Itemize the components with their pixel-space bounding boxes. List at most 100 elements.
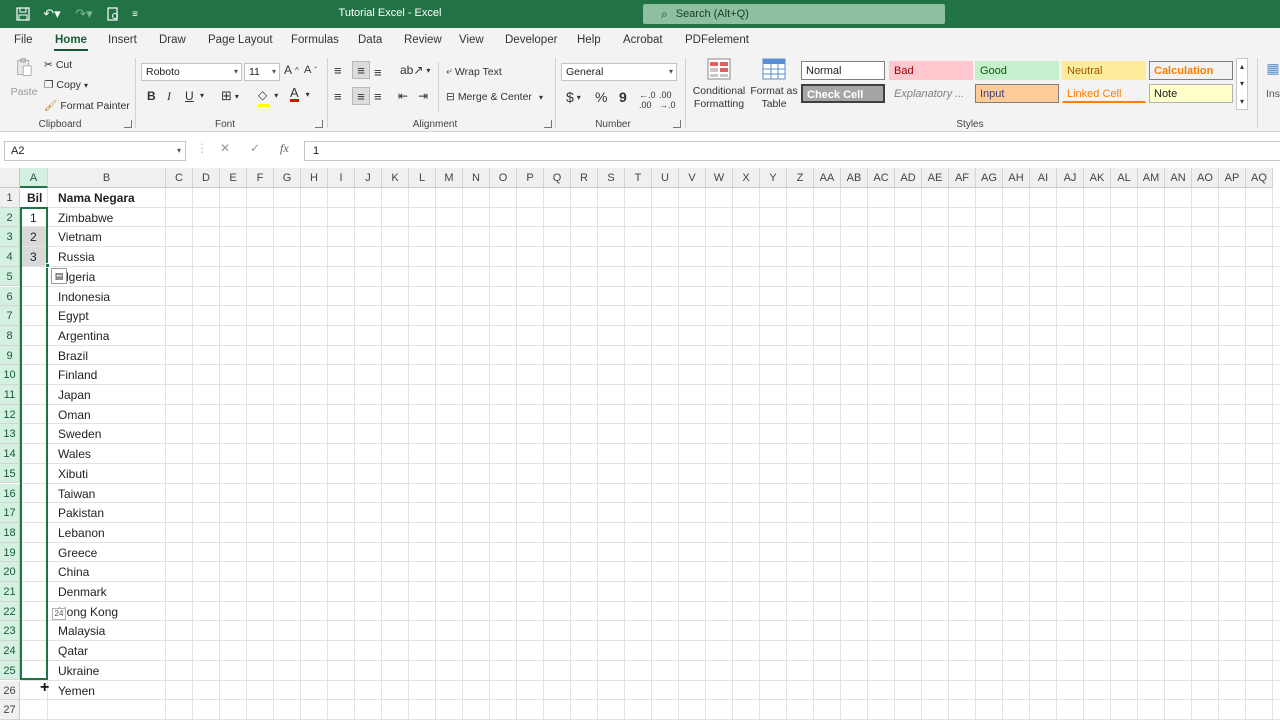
column-header-s[interactable]: S [598, 168, 625, 188]
cell-country[interactable]: Vietnam [58, 230, 102, 244]
column-header-l[interactable]: L [409, 168, 436, 188]
column-header-y[interactable]: Y [760, 168, 787, 188]
decrease-indent-icon[interactable]: ⇤ [398, 89, 408, 103]
align-bottom-icon[interactable]: ≡ [374, 65, 382, 80]
conditional-formatting-button[interactable]: Conditional Formatting [690, 58, 748, 110]
style-explanatory[interactable]: Explanatory ... [889, 84, 973, 103]
column-header-a[interactable]: A [20, 168, 48, 188]
row-header-23[interactable]: 23 [0, 621, 20, 642]
column-header-q[interactable]: Q [544, 168, 571, 188]
column-header-w[interactable]: W [706, 168, 733, 188]
cell-country[interactable]: China [58, 565, 89, 579]
column-header-ac[interactable]: AC [868, 168, 895, 188]
column-header-ab[interactable]: AB [841, 168, 868, 188]
worksheet-grid[interactable]: A B C D E F G H I J K L M N O P Q R S T U V W X Y Z AA AB AC AD AE AF AG… [0, 168, 1280, 720]
column-header-n[interactable]: N [463, 168, 490, 188]
number-format-dropdown[interactable]: General ▾ [561, 63, 677, 81]
borders-icon[interactable]: ⊞ ▾ [221, 88, 239, 104]
cell-country[interactable]: Sweden [58, 427, 101, 441]
style-input[interactable]: Input [975, 84, 1059, 103]
column-header-aa[interactable]: AA [814, 168, 841, 188]
column-header-am[interactable]: AM [1138, 168, 1165, 188]
cell-bil[interactable]: 1 [30, 211, 37, 225]
column-header-ap[interactable]: AP [1219, 168, 1246, 188]
cell-country[interactable]: Wales [58, 447, 91, 461]
tab-developer[interactable]: Developer [505, 34, 557, 46]
column-header-ad[interactable]: AD [895, 168, 922, 188]
column-header-o[interactable]: O [490, 168, 517, 188]
row-header-27[interactable]: 27 [0, 700, 20, 720]
row-header-9[interactable]: 9 [0, 345, 20, 366]
fill-handle[interactable] [45, 262, 50, 268]
column-header-i[interactable]: I [328, 168, 355, 188]
column-header-e[interactable]: E [220, 168, 247, 188]
font-size-dropdown[interactable]: 11 ▾ [244, 63, 280, 81]
comma-style-button[interactable]: 9 [619, 89, 627, 105]
font-launcher-icon[interactable] [315, 120, 323, 128]
italic-button[interactable]: I [167, 89, 171, 104]
row-header-12[interactable]: 12 [0, 404, 20, 425]
style-good[interactable]: Good [975, 61, 1059, 80]
column-header-v[interactable]: V [679, 168, 706, 188]
column-header-p[interactable]: P [517, 168, 544, 188]
cell-country[interactable]: Finland [58, 368, 97, 382]
align-left-icon[interactable]: ≡ [334, 89, 342, 104]
cell-country[interactable]: Egypt [58, 309, 89, 323]
row-header-22[interactable]: 22 [0, 601, 20, 622]
insert-cells-button[interactable]: ▦ Ins [1266, 60, 1280, 100]
column-header-ah[interactable]: AH [1003, 168, 1030, 188]
print-preview-icon[interactable] [104, 5, 122, 23]
format-painter-button[interactable]: 🖌 Format Painter [44, 99, 130, 113]
column-header-t[interactable]: T [625, 168, 652, 188]
row-header-8[interactable]: 8 [0, 325, 20, 346]
style-linked-cell[interactable]: Linked Cell [1062, 84, 1146, 103]
column-header-aj[interactable]: AJ [1057, 168, 1084, 188]
cell-bil[interactable]: 2 [30, 230, 37, 244]
cell-country[interactable]: Indonesia [58, 290, 110, 304]
tab-pdfelement[interactable]: PDFelement [685, 34, 749, 46]
cut-button[interactable]: ✂ Cut [44, 59, 72, 71]
alignment-launcher-icon[interactable] [544, 120, 552, 128]
cell-country[interactable]: Qatar [58, 644, 88, 658]
row-header-14[interactable]: 14 [0, 444, 20, 464]
column-header-f[interactable]: F [247, 168, 274, 188]
column-header-d[interactable]: D [193, 168, 220, 188]
cancel-icon[interactable]: ✕ [220, 141, 230, 155]
row-header-19[interactable]: 19 [0, 542, 20, 563]
tab-home[interactable]: Home [54, 34, 88, 51]
row-header-20[interactable]: 20 [0, 562, 20, 582]
percent-button[interactable]: % [595, 89, 607, 105]
font-color-icon[interactable]: A ▾ [290, 86, 310, 102]
chevron-down-icon[interactable]: ▾ [200, 91, 204, 100]
formula-input[interactable]: 1 [304, 141, 1280, 161]
cell-country[interactable]: Yemen [58, 684, 95, 698]
cell-country[interactable]: Pakistan [58, 506, 104, 520]
wrap-text-button[interactable]: ⤶ Wrap Text [446, 65, 502, 78]
row-header-7[interactable]: 7 [0, 306, 20, 326]
cell-country[interactable]: Russia [58, 250, 95, 264]
row-header-15[interactable]: 15 [0, 463, 20, 484]
style-note[interactable]: Note [1149, 84, 1233, 103]
style-bad[interactable]: Bad [889, 61, 973, 80]
row-header-10[interactable]: 10 [0, 365, 20, 385]
tab-data[interactable]: Data [358, 34, 382, 46]
tab-help[interactable]: Help [577, 34, 601, 46]
merge-center-button[interactable]: ⊟ Merge & Center ▾ [446, 91, 543, 103]
align-right-icon[interactable]: ≡ [374, 89, 382, 104]
name-box[interactable]: A2 ▾ [4, 141, 186, 161]
increase-decimal-icon[interactable]: ←.0.00 [639, 90, 656, 110]
orientation-icon[interactable]: ab↗ ▾ [400, 63, 430, 77]
tab-view[interactable]: View [459, 34, 484, 46]
column-header-r[interactable]: R [571, 168, 598, 188]
decrease-font-size-button[interactable]: Aˇ [304, 64, 317, 76]
fill-color-icon[interactable]: ◇ ▾ [258, 88, 278, 107]
increase-font-size-button[interactable]: A ^ [284, 63, 299, 77]
cell-b1[interactable]: Nama Negara [58, 191, 135, 205]
cell-a1[interactable]: Bil [27, 191, 42, 205]
auto-fill-options-icon[interactable]: ▤ [51, 267, 67, 284]
align-middle-icon[interactable]: ≡ [352, 61, 370, 79]
column-header-ai[interactable]: AI [1030, 168, 1057, 188]
cell-country[interactable]: Lebanon [58, 526, 105, 540]
column-header-z[interactable]: Z [787, 168, 814, 188]
font-name-dropdown[interactable]: Roboto ▾ [141, 63, 242, 81]
